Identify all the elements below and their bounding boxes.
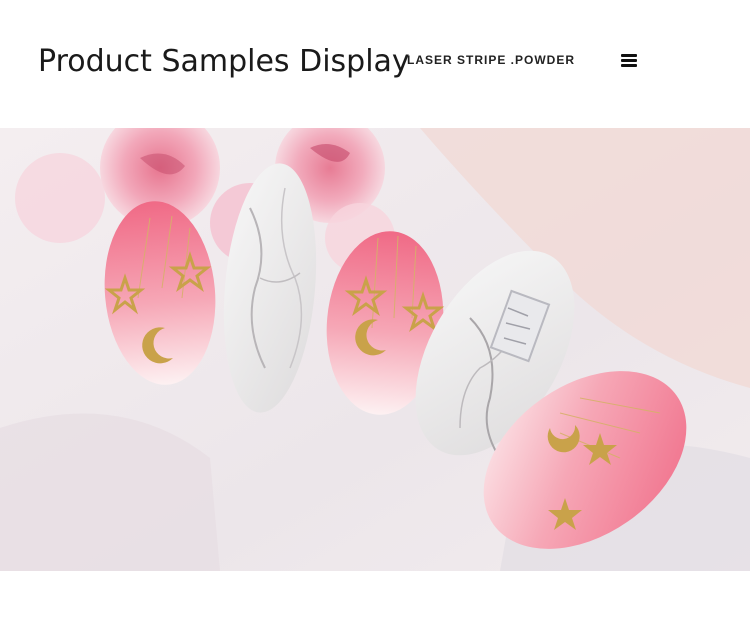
nail-samples-photo — [0, 128, 750, 571]
page-footer — [0, 571, 750, 623]
page-header: Product Samples Display LASER STRIPE .PO… — [0, 0, 750, 128]
product-subtitle: LASER STRIPE .POWDER — [407, 53, 576, 67]
page-title: Product Samples Display — [38, 44, 410, 79]
hamburger-menu-icon[interactable] — [620, 52, 638, 68]
